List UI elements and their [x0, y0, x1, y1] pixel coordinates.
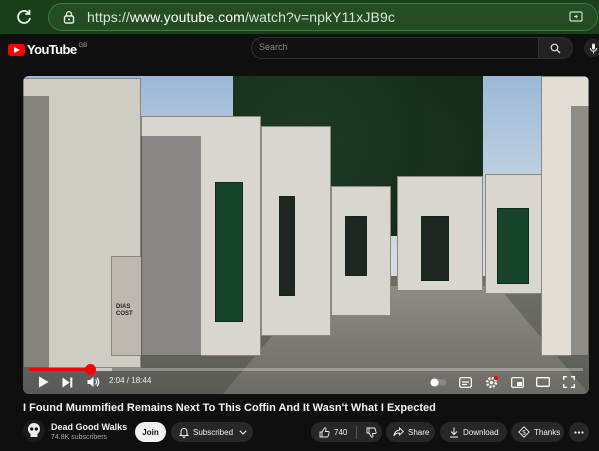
cast-icon[interactable] [569, 10, 583, 24]
next-icon [62, 377, 72, 387]
download-label: Download [463, 427, 499, 437]
mausoleum-shadow [141, 136, 201, 356]
subtitles-button[interactable] [457, 374, 473, 390]
miniplayer-icon [510, 376, 524, 388]
player-controls: 2:04 / 18:44 [23, 372, 589, 394]
subscriber-count: 74.8K subscribers [51, 434, 108, 441]
url-domain: www.youtube.com [129, 9, 245, 25]
play-icon [38, 376, 48, 388]
youtube-header: YouTube GB Search [0, 34, 599, 64]
progress-bar[interactable] [29, 364, 583, 375]
mausoleum-door [345, 216, 367, 276]
duration: 18:44 [131, 376, 152, 385]
current-time: 2:04 [109, 376, 125, 385]
url-path: /watch?v=npkY11xJB9c [244, 9, 395, 25]
gear-icon [485, 375, 498, 388]
video-player[interactable]: DIAS COST 2:04 / 18:44 [23, 76, 589, 394]
download-icon [450, 427, 458, 437]
mic-icon [589, 43, 597, 53]
share-button[interactable]: Share [386, 422, 435, 442]
miniplayer-button[interactable] [509, 374, 525, 390]
subscribed-button[interactable]: Subscribed [171, 422, 253, 442]
volume-icon [87, 377, 99, 387]
download-button[interactable]: Download [440, 422, 507, 442]
region-code: GB [78, 42, 88, 49]
join-button[interactable]: Join [135, 422, 166, 442]
more-horizontal-icon [574, 430, 584, 434]
mausoleum-shadow [571, 106, 589, 356]
reload-icon[interactable] [12, 5, 36, 29]
skull-icon [28, 423, 40, 437]
like-count[interactable]: 740 [334, 428, 347, 437]
fullscreen-button[interactable] [561, 374, 577, 390]
time-display: 2:04 / 18:44 [109, 376, 151, 385]
graffiti-text: DIAS COST [116, 304, 133, 317]
theater-mode-icon [536, 377, 550, 387]
volume-button[interactable] [85, 374, 101, 390]
subtitles-icon [458, 376, 472, 388]
join-label: Join [142, 427, 159, 437]
search-button[interactable] [539, 37, 573, 59]
like-divider [356, 425, 358, 439]
mausoleum-door [279, 196, 295, 296]
youtube-play-icon [8, 43, 25, 56]
like-dislike-group: 740 [311, 422, 382, 442]
address-bar[interactable]: https://www.youtube.com/watch?v=npkY11xJ… [48, 3, 598, 31]
youtube-logo[interactable]: YouTube GB [8, 42, 87, 57]
thanks-label: Thanks [534, 427, 561, 437]
mausoleum-shadow [23, 96, 49, 368]
search-icon [550, 43, 561, 53]
channel-avatar[interactable] [23, 420, 45, 442]
url-text[interactable]: https://www.youtube.com/watch?v=npkY11xJ… [87, 9, 395, 25]
thanks-button[interactable]: $ Thanks [511, 422, 564, 442]
url-prefix: https:// [87, 9, 130, 25]
next-button[interactable] [59, 374, 75, 390]
super-thanks-icon: $ [518, 426, 530, 438]
logo-text: YouTube [27, 42, 77, 57]
settings-button[interactable] [483, 374, 499, 390]
share-label: Share [408, 427, 430, 437]
voice-search-button[interactable] [584, 39, 599, 57]
bell-icon [179, 427, 189, 438]
mausoleum-door [497, 208, 529, 284]
mausoleum [261, 126, 331, 336]
progress-played [29, 368, 90, 371]
lock-icon[interactable] [61, 9, 77, 25]
autoplay-toggle[interactable] [429, 374, 447, 390]
thumbs-down-icon[interactable] [366, 427, 377, 438]
thumbs-up-icon[interactable] [319, 426, 330, 438]
search-input[interactable]: Search [251, 37, 539, 59]
chevron-down-icon [239, 429, 247, 435]
theater-mode-button[interactable] [535, 374, 551, 390]
browser-toolbar: https://www.youtube.com/watch?v=npkY11xJ… [0, 0, 599, 34]
more-actions-button[interactable] [569, 422, 589, 442]
search-placeholder: Search [259, 42, 288, 52]
autoplay-toggle-icon [430, 378, 446, 386]
mausoleum-door [421, 216, 449, 281]
mausoleum-door [215, 182, 243, 322]
subscribed-label: Subscribed [193, 427, 234, 437]
play-button[interactable] [35, 374, 51, 390]
share-icon [393, 427, 404, 437]
video-title: I Found Mummified Remains Next To This C… [23, 402, 436, 414]
channel-name[interactable]: Dead Good Walks [51, 422, 127, 432]
fullscreen-icon [563, 376, 575, 388]
